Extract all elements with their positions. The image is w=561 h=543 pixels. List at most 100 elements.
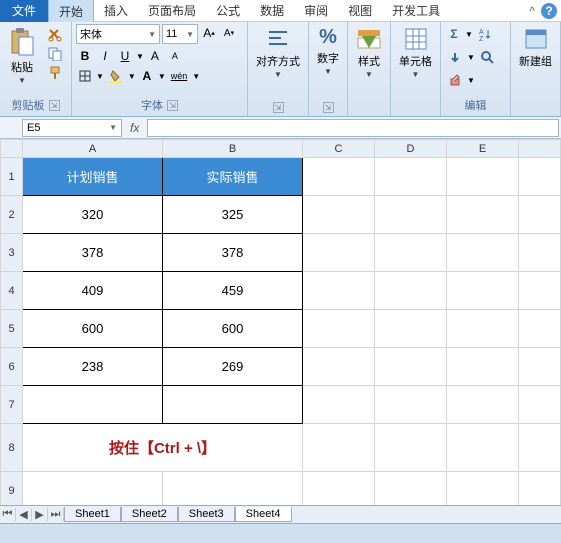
sort-button[interactable]: AZ: [475, 25, 495, 43]
paste-dropdown-icon[interactable]: ▼: [18, 76, 26, 85]
cell[interactable]: [303, 348, 375, 386]
cell[interactable]: [447, 348, 519, 386]
tab-data[interactable]: 数据: [250, 0, 294, 22]
cell[interactable]: [303, 386, 375, 424]
cell-a7[interactable]: [23, 386, 163, 424]
cell[interactable]: [375, 348, 447, 386]
cell[interactable]: [519, 472, 561, 506]
cell[interactable]: [447, 424, 519, 472]
cell[interactable]: [447, 386, 519, 424]
cell[interactable]: [303, 424, 375, 472]
cell[interactable]: [375, 158, 447, 196]
styles-dd-icon[interactable]: ▼: [365, 70, 373, 79]
cell-a3[interactable]: 378: [23, 234, 163, 272]
font-size-combo[interactable]: 11▼: [162, 24, 198, 44]
col-header-e[interactable]: E: [447, 140, 519, 158]
tab-home[interactable]: 开始: [48, 0, 94, 23]
sheet-nav-first[interactable]: ⏮: [0, 508, 16, 521]
cell-b2[interactable]: 325: [163, 196, 303, 234]
cell[interactable]: [303, 472, 375, 506]
phonetic-dd-icon[interactable]: ▼: [192, 72, 200, 81]
row-header[interactable]: 2: [1, 196, 23, 234]
sheet-tab[interactable]: Sheet1: [64, 507, 121, 522]
align-dd-icon[interactable]: ▼: [274, 70, 282, 79]
cell[interactable]: [519, 234, 561, 272]
tab-view[interactable]: 视图: [338, 0, 382, 22]
cell[interactable]: [447, 272, 519, 310]
cell[interactable]: [519, 196, 561, 234]
name-box[interactable]: E5▼: [22, 119, 122, 137]
cell[interactable]: [303, 272, 375, 310]
tab-dev[interactable]: 开发工具: [382, 0, 450, 22]
fill-series-dd-icon[interactable]: ▼: [467, 53, 475, 62]
cell[interactable]: [519, 158, 561, 196]
shrink-font2-button[interactable]: A: [166, 47, 184, 65]
sheet-nav-prev[interactable]: ◀: [16, 508, 32, 521]
fill-color-button[interactable]: [106, 67, 126, 85]
font-name-combo[interactable]: 宋体▼: [76, 24, 160, 44]
sheet-tab[interactable]: Sheet4: [235, 507, 292, 522]
cell[interactable]: [447, 472, 519, 506]
cell[interactable]: [375, 472, 447, 506]
tab-formula[interactable]: 公式: [206, 0, 250, 22]
number-launcher-icon[interactable]: ⇲: [323, 102, 334, 113]
sheet-nav-next[interactable]: ▶: [32, 508, 48, 521]
grow-font2-button[interactable]: A: [146, 47, 164, 65]
col-header-b[interactable]: B: [163, 140, 303, 158]
cell-a2[interactable]: 320: [23, 196, 163, 234]
cell-a1[interactable]: 计划销售: [23, 158, 163, 196]
cell[interactable]: [303, 234, 375, 272]
cell[interactable]: [375, 196, 447, 234]
autosum-button[interactable]: Σ: [445, 25, 463, 43]
cell[interactable]: [375, 272, 447, 310]
worksheet-grid[interactable]: A B C D E 1 计划销售 实际销售 2 320 325 3 378 37…: [0, 139, 561, 505]
col-header-c[interactable]: C: [303, 140, 375, 158]
underline-dd-icon[interactable]: ▼: [136, 52, 144, 61]
cell-b7[interactable]: [163, 386, 303, 424]
cell-b1[interactable]: 实际销售: [163, 158, 303, 196]
font-launcher-icon[interactable]: ⇲: [167, 100, 178, 111]
clear-button[interactable]: [445, 71, 465, 89]
col-header-f[interactable]: [519, 140, 561, 158]
clear-dd-icon[interactable]: ▼: [467, 76, 475, 85]
cell[interactable]: [447, 310, 519, 348]
cell[interactable]: [23, 472, 163, 506]
shrink-font-button[interactable]: A▾: [220, 24, 238, 42]
underline-button[interactable]: U: [116, 47, 134, 65]
row-header[interactable]: 5: [1, 310, 23, 348]
bold-button[interactable]: B: [76, 47, 94, 65]
tab-insert[interactable]: 插入: [94, 0, 138, 22]
cells-dd-icon[interactable]: ▼: [412, 70, 420, 79]
grow-font-button[interactable]: A▴: [200, 24, 218, 42]
cell[interactable]: [447, 158, 519, 196]
select-all-corner[interactable]: [1, 140, 23, 158]
number-button[interactable]: % 数字 ▼: [313, 24, 343, 78]
cell[interactable]: [447, 234, 519, 272]
cell[interactable]: [447, 196, 519, 234]
number-dd-icon[interactable]: ▼: [324, 67, 332, 76]
row-header[interactable]: 7: [1, 386, 23, 424]
fx-icon[interactable]: fx: [124, 121, 145, 135]
row-header[interactable]: 6: [1, 348, 23, 386]
cell-a6[interactable]: 238: [23, 348, 163, 386]
cell[interactable]: [519, 348, 561, 386]
align-button[interactable]: 对齐方式 ▼: [252, 24, 304, 81]
newgroup-button[interactable]: 新建组: [515, 24, 556, 71]
border-dd-icon[interactable]: ▼: [96, 72, 104, 81]
cell[interactable]: [519, 386, 561, 424]
row-header[interactable]: 9: [1, 472, 23, 506]
paste-button[interactable]: 粘贴 ▼: [4, 24, 40, 87]
find-button[interactable]: [477, 48, 497, 66]
copy-button[interactable]: [45, 45, 65, 63]
cell[interactable]: [303, 310, 375, 348]
cell-b3[interactable]: 378: [163, 234, 303, 272]
cell[interactable]: [375, 424, 447, 472]
styles-button[interactable]: 样式 ▼: [352, 24, 386, 81]
cell[interactable]: [303, 196, 375, 234]
cell[interactable]: [375, 234, 447, 272]
cell-b6[interactable]: 269: [163, 348, 303, 386]
fill-button[interactable]: [445, 48, 465, 66]
italic-button[interactable]: I: [96, 47, 114, 65]
cut-button[interactable]: [45, 26, 65, 44]
format-painter-button[interactable]: [45, 64, 65, 82]
